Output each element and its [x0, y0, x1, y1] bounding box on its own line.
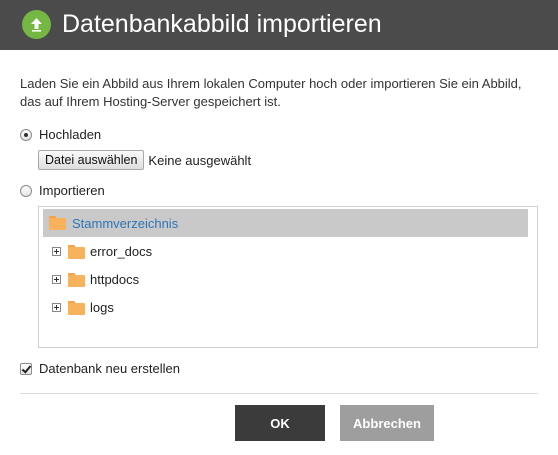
folder-icon — [68, 300, 85, 315]
tree-root-item[interactable]: Stammverzeichnis — [43, 209, 528, 237]
dialog-title: Datenbankabbild importieren — [62, 10, 382, 38]
recreate-database-option[interactable]: Datenbank neu erstellen — [20, 361, 180, 376]
recreate-database-checkbox[interactable] — [20, 362, 32, 375]
recreate-database-label[interactable]: Datenbank neu erstellen — [39, 361, 180, 376]
dialog-header: Datenbankabbild importieren — [0, 0, 558, 50]
choose-file-button[interactable]: Datei auswählen — [38, 150, 145, 170]
cancel-button[interactable]: Abbrechen — [340, 405, 434, 441]
file-picker: Datei auswählen Keine ausgewählt — [38, 150, 251, 170]
tree-item-label[interactable]: logs — [90, 300, 114, 315]
tree-item-error-docs[interactable]: error_docs — [52, 244, 152, 259]
folder-icon — [49, 216, 66, 230]
expand-plus-icon[interactable] — [52, 275, 61, 284]
tree-item-label[interactable]: error_docs — [90, 244, 152, 259]
file-status: Keine ausgewählt — [148, 152, 252, 168]
folder-icon — [68, 272, 85, 287]
folder-icon — [68, 244, 85, 259]
expand-plus-icon[interactable] — [52, 303, 61, 312]
upload-arrow-icon — [22, 10, 51, 39]
tree-item-logs[interactable]: logs — [52, 300, 114, 315]
upload-radio-label[interactable]: Hochladen — [39, 127, 101, 142]
tree-item-label[interactable]: httpdocs — [90, 272, 139, 287]
import-radio-label[interactable]: Importieren — [39, 183, 105, 198]
import-option[interactable]: Importieren — [20, 183, 105, 198]
tree-root-label[interactable]: Stammverzeichnis — [72, 216, 178, 231]
upload-radio[interactable] — [20, 128, 32, 141]
import-radio[interactable] — [20, 184, 32, 197]
dialog-description: Laden Sie ein Abbild aus Ihrem lokalen C… — [20, 76, 522, 109]
expand-plus-icon[interactable] — [52, 247, 61, 256]
server-directory-tree: Stammverzeichnis error_docs httpdocs log… — [38, 206, 538, 348]
tree-item-httpdocs[interactable]: httpdocs — [52, 272, 139, 287]
footer-divider — [20, 393, 538, 394]
upload-option[interactable]: Hochladen — [20, 127, 101, 142]
ok-button[interactable]: OK — [235, 405, 325, 441]
import-dump-dialog: Datenbankabbild importieren Laden Sie ei… — [0, 0, 558, 455]
